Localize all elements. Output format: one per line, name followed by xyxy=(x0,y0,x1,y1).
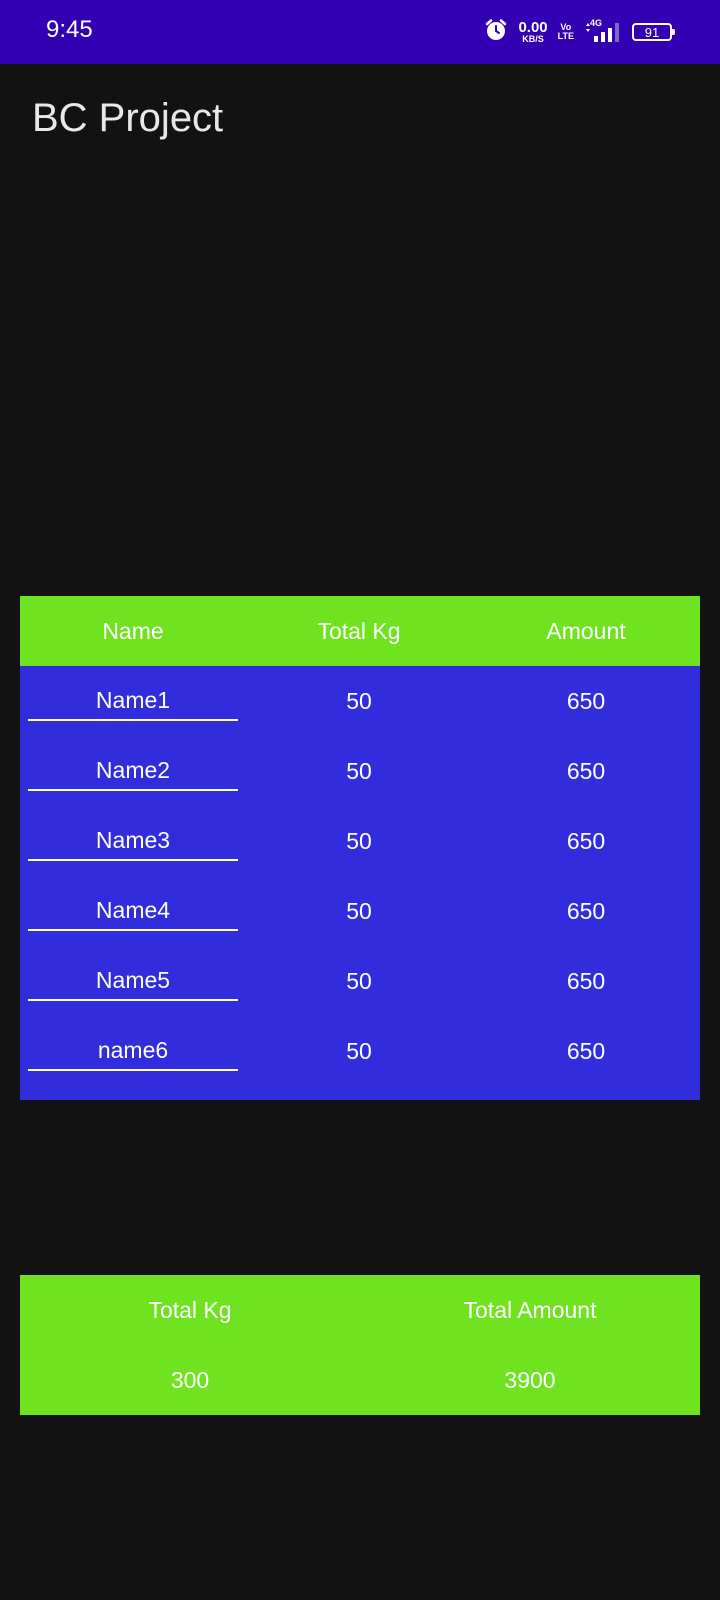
battery-icon: 91 xyxy=(632,23,675,41)
kg-cell: 50 xyxy=(346,967,372,994)
kg-cell: 50 xyxy=(346,827,372,854)
network-speed-value: 0.00 xyxy=(518,19,548,36)
amount-cell: 650 xyxy=(566,827,606,854)
amount-cell: 650 xyxy=(566,687,606,714)
total-amount-label: Total Amount xyxy=(463,1296,597,1323)
name-cell xyxy=(20,751,246,791)
amount-cell: 650 xyxy=(566,897,606,924)
amount-cell: 650 xyxy=(566,757,606,784)
kg-cell: 50 xyxy=(346,687,372,714)
app-title: BC Project xyxy=(32,96,224,140)
name-input[interactable] xyxy=(28,891,238,931)
totals-label-row: Total Kg Total Amount xyxy=(20,1275,700,1345)
volte-bottom: LTE xyxy=(557,31,574,41)
table-row: 50 650 xyxy=(20,666,700,736)
alarm-icon xyxy=(484,18,508,47)
signal-icon: 4G xyxy=(584,18,622,44)
name-cell xyxy=(20,961,246,1001)
name-input[interactable] xyxy=(28,751,238,791)
status-time: 9:45 xyxy=(46,16,93,43)
network-speed-unit: KB/S xyxy=(522,34,544,44)
table-row: 50 650 xyxy=(20,946,700,1016)
amount-cell: 650 xyxy=(566,967,606,994)
table-header: Name Total Kg Amount xyxy=(20,596,700,666)
total-kg-label: Total Kg xyxy=(148,1296,232,1323)
table-row: 50 650 xyxy=(20,806,700,876)
totals-panel: Total Kg Total Amount 300 3900 xyxy=(20,1275,700,1415)
name-cell xyxy=(20,891,246,931)
status-bar: 9:45 0.00 KB/S Vo LTE 4G 91 xyxy=(0,0,720,64)
header-total-kg: Total Kg xyxy=(317,617,401,644)
kg-cell: 50 xyxy=(346,757,372,784)
table-row: 50 650 xyxy=(20,876,700,946)
volte-indicator: Vo LTE xyxy=(558,23,574,41)
header-amount: Amount xyxy=(546,617,626,644)
name-cell xyxy=(20,1031,246,1071)
name-input[interactable] xyxy=(28,821,238,861)
name-input[interactable] xyxy=(28,961,238,1001)
total-kg-value: 300 xyxy=(170,1366,210,1393)
totals-value-row: 300 3900 xyxy=(20,1345,700,1415)
data-table: Name Total Kg Amount 50 650 50 650 50 65… xyxy=(20,596,700,1100)
status-icons: 0.00 KB/S Vo LTE 4G 91 xyxy=(484,18,675,47)
table-row: 50 650 xyxy=(20,736,700,806)
network-speed: 0.00 KB/S xyxy=(518,20,547,44)
amount-cell: 650 xyxy=(566,1037,606,1064)
table-body: 50 650 50 650 50 650 50 650 xyxy=(20,666,700,1100)
kg-cell: 50 xyxy=(346,897,372,924)
table-row: 50 650 xyxy=(20,1016,700,1086)
name-input[interactable] xyxy=(28,1031,238,1071)
battery-level: 91 xyxy=(644,24,660,40)
name-input[interactable] xyxy=(28,681,238,721)
name-cell xyxy=(20,681,246,721)
total-amount-value: 3900 xyxy=(504,1366,556,1393)
kg-cell: 50 xyxy=(346,1037,372,1064)
name-cell xyxy=(20,821,246,861)
header-name: Name xyxy=(102,617,164,644)
